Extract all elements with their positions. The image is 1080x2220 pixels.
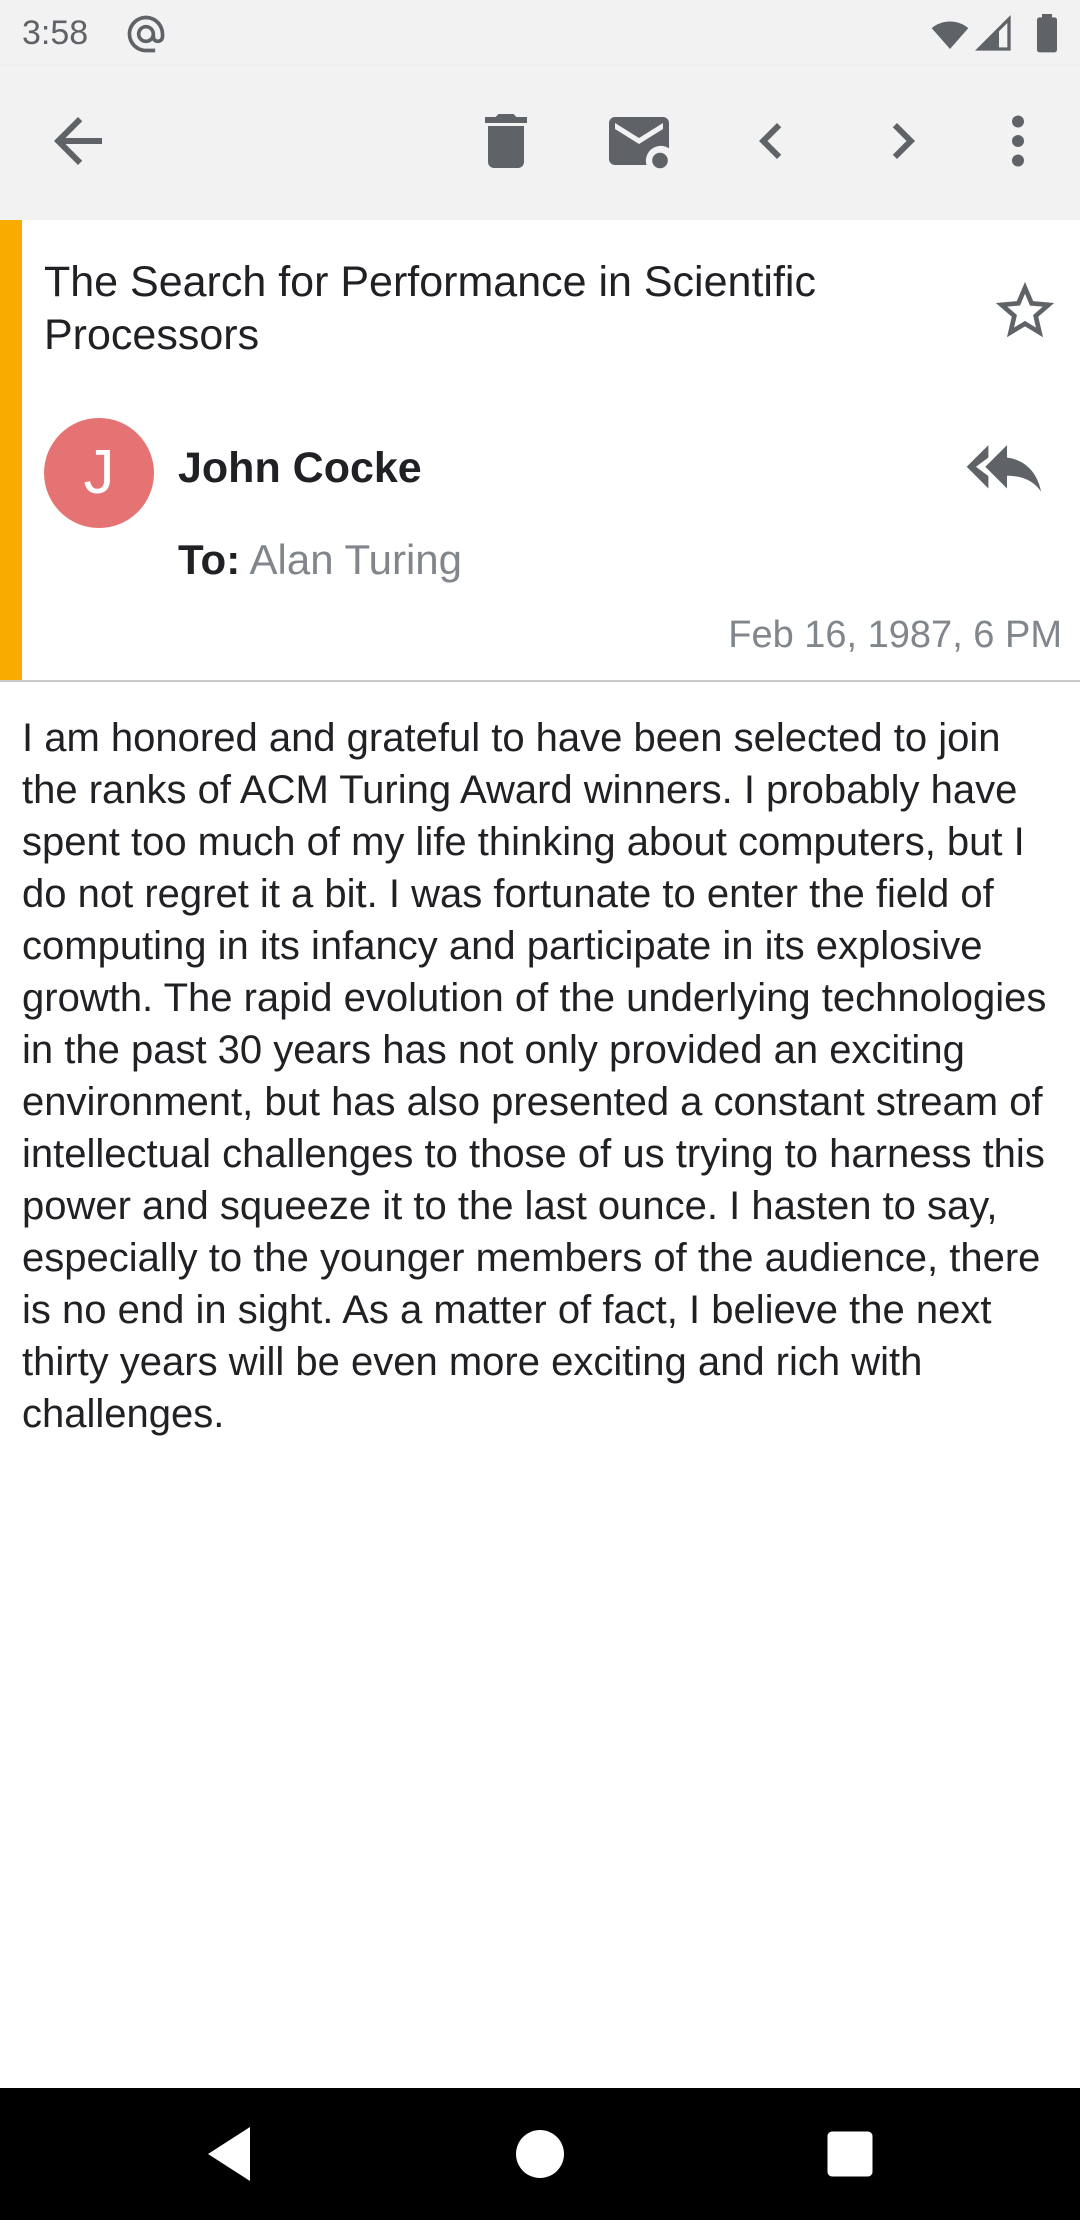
mark-unread-icon xyxy=(609,117,669,169)
mark-unread-button[interactable] xyxy=(603,105,675,177)
star-icon xyxy=(995,281,1055,338)
more-options-icon xyxy=(1012,115,1024,167)
back-button[interactable] xyxy=(42,105,114,177)
battery-icon xyxy=(1037,14,1057,53)
sender-name: John Cocke xyxy=(178,444,422,492)
previous-icon xyxy=(759,123,782,159)
next-button[interactable] xyxy=(867,105,939,177)
status-bar: 3:58 xyxy=(0,0,1080,66)
delete-button[interactable] xyxy=(470,105,542,177)
nav-home-icon[interactable] xyxy=(504,2118,576,2190)
back-arrow-icon xyxy=(54,117,102,165)
importance-accent-bar xyxy=(0,220,22,680)
recipient-name: Alan Turing xyxy=(249,536,463,583)
email-body: I am honored and grateful to have been s… xyxy=(22,716,1047,1436)
email-header: The Search for Performance in Scientific… xyxy=(0,220,1080,680)
previous-button[interactable] xyxy=(735,105,807,177)
recipient-line: To: Alan Turing xyxy=(178,536,462,584)
toolbar xyxy=(0,66,1080,220)
system-nav-bar xyxy=(0,2088,1080,2220)
wifi-icon xyxy=(931,21,969,49)
status-time: 3:58 xyxy=(22,14,89,52)
reply-all-icon xyxy=(966,445,1042,492)
nav-recents-icon[interactable] xyxy=(814,2118,886,2190)
signal-icon xyxy=(974,14,1011,51)
star-button[interactable] xyxy=(990,276,1060,346)
next-icon xyxy=(892,123,915,159)
nav-back-icon[interactable] xyxy=(196,2118,268,2190)
email-subject: The Search for Performance in Scientific… xyxy=(44,258,816,359)
email-date: Feb 16, 1987, 6 PM xyxy=(728,614,1062,656)
header-divider xyxy=(0,680,1080,682)
reply-all-button[interactable] xyxy=(966,442,1048,504)
delete-icon xyxy=(485,114,527,168)
more-options-button[interactable] xyxy=(982,105,1054,177)
to-label: To: xyxy=(178,536,241,583)
sender-avatar[interactable]: J xyxy=(44,418,154,528)
at-sign-icon xyxy=(127,15,165,53)
